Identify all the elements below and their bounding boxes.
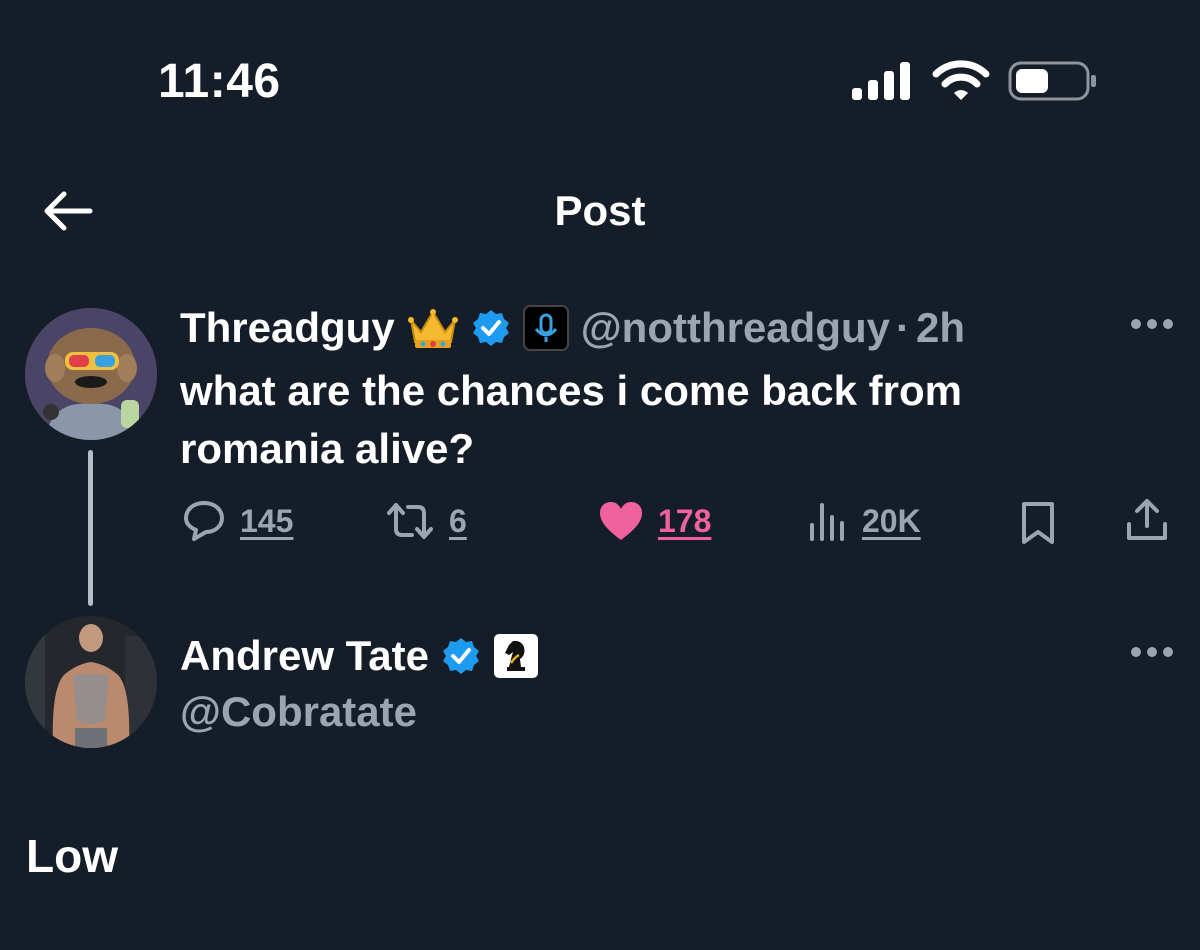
post-text: what are the chances i come back from ro… bbox=[180, 367, 962, 472]
views-chart-icon bbox=[810, 503, 844, 541]
verified-badge-icon bbox=[472, 310, 509, 346]
page-title: Post bbox=[554, 187, 646, 234]
post-timestamp[interactable]: 2h bbox=[916, 302, 965, 354]
podcast-badge-icon bbox=[522, 305, 569, 351]
avatar-threadguy[interactable] bbox=[25, 308, 157, 440]
reply-count: 145 bbox=[240, 502, 294, 539]
views-count: 20K bbox=[862, 502, 921, 539]
wifi-icon bbox=[932, 60, 990, 100]
more-options-icon[interactable] bbox=[1122, 642, 1182, 662]
repost-count: 6 bbox=[449, 502, 467, 539]
crown-icon bbox=[407, 309, 458, 348]
like-button[interactable]: 178 bbox=[598, 498, 711, 544]
reply-button[interactable]: 145 bbox=[182, 498, 293, 544]
views-button[interactable]: 20K bbox=[808, 498, 921, 544]
reply-handle[interactable]: @Cobratate bbox=[180, 686, 417, 738]
status-time: 11:46 bbox=[158, 55, 281, 108]
bookmark-icon[interactable] bbox=[1018, 500, 1058, 546]
repost-icon bbox=[387, 503, 433, 539]
reply-author-row: Andrew Tate bbox=[180, 630, 539, 682]
post-author-row: Threadguy @notthreadguy · 2h bbox=[180, 302, 965, 354]
more-options-icon[interactable] bbox=[1122, 314, 1182, 334]
battery-icon bbox=[1008, 61, 1096, 101]
thread-connector-line bbox=[88, 450, 93, 606]
signal-icon bbox=[852, 62, 910, 100]
reply-text: Low bbox=[26, 830, 118, 882]
like-count: 178 bbox=[658, 502, 712, 539]
heart-filled-icon bbox=[600, 502, 642, 540]
avatar-andrew-tate[interactable] bbox=[25, 616, 157, 748]
post-handle[interactable]: @notthreadguy bbox=[581, 302, 890, 354]
separator-dot: · bbox=[895, 304, 910, 351]
chess-knight-badge-icon bbox=[493, 634, 538, 678]
reply-icon bbox=[184, 501, 224, 541]
verified-badge-icon bbox=[442, 638, 479, 674]
post-display-name[interactable]: Threadguy bbox=[180, 302, 395, 354]
repost-button[interactable]: 6 bbox=[385, 498, 467, 544]
reply-display-name[interactable]: Andrew Tate bbox=[180, 630, 429, 682]
share-icon[interactable] bbox=[1124, 496, 1170, 544]
